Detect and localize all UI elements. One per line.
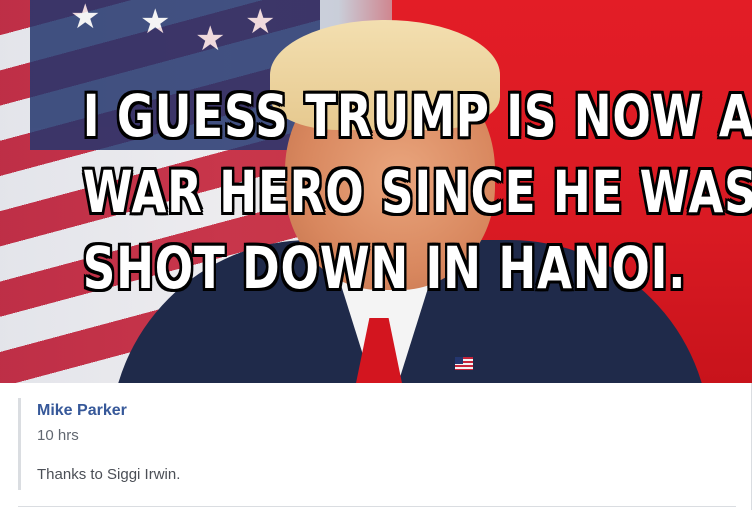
- post-message: Thanks to Siggi Irwin.: [37, 466, 181, 483]
- star-icon: ★: [140, 3, 171, 41]
- star-icon: ★: [245, 3, 276, 41]
- post-timestamp[interactable]: 10 hrs: [37, 427, 737, 444]
- post-image[interactable]: ★ ★ ★ ★ I GUESS TRUMP IS NOW A WAR HERO …: [0, 0, 752, 383]
- flag-pin-icon: [455, 357, 473, 370]
- meme-caption-line: I GUESS TRUMP IS NOW A: [82, 82, 752, 150]
- meme-caption: I GUESS TRUMP IS NOW A WAR HERO SINCE HE…: [82, 78, 752, 306]
- meme-caption-line: WAR HERO SINCE HE WAS: [82, 158, 752, 226]
- meme-caption-line: SHOT DOWN IN HANOI.: [82, 234, 687, 302]
- divider: [18, 506, 736, 507]
- star-icon: ★: [195, 20, 226, 58]
- post-meta: Mike Parker 10 hrs Thanks to Siggi Irwin…: [18, 398, 737, 490]
- star-icon: ★: [70, 0, 101, 36]
- author-name-link[interactable]: Mike Parker: [37, 402, 737, 420]
